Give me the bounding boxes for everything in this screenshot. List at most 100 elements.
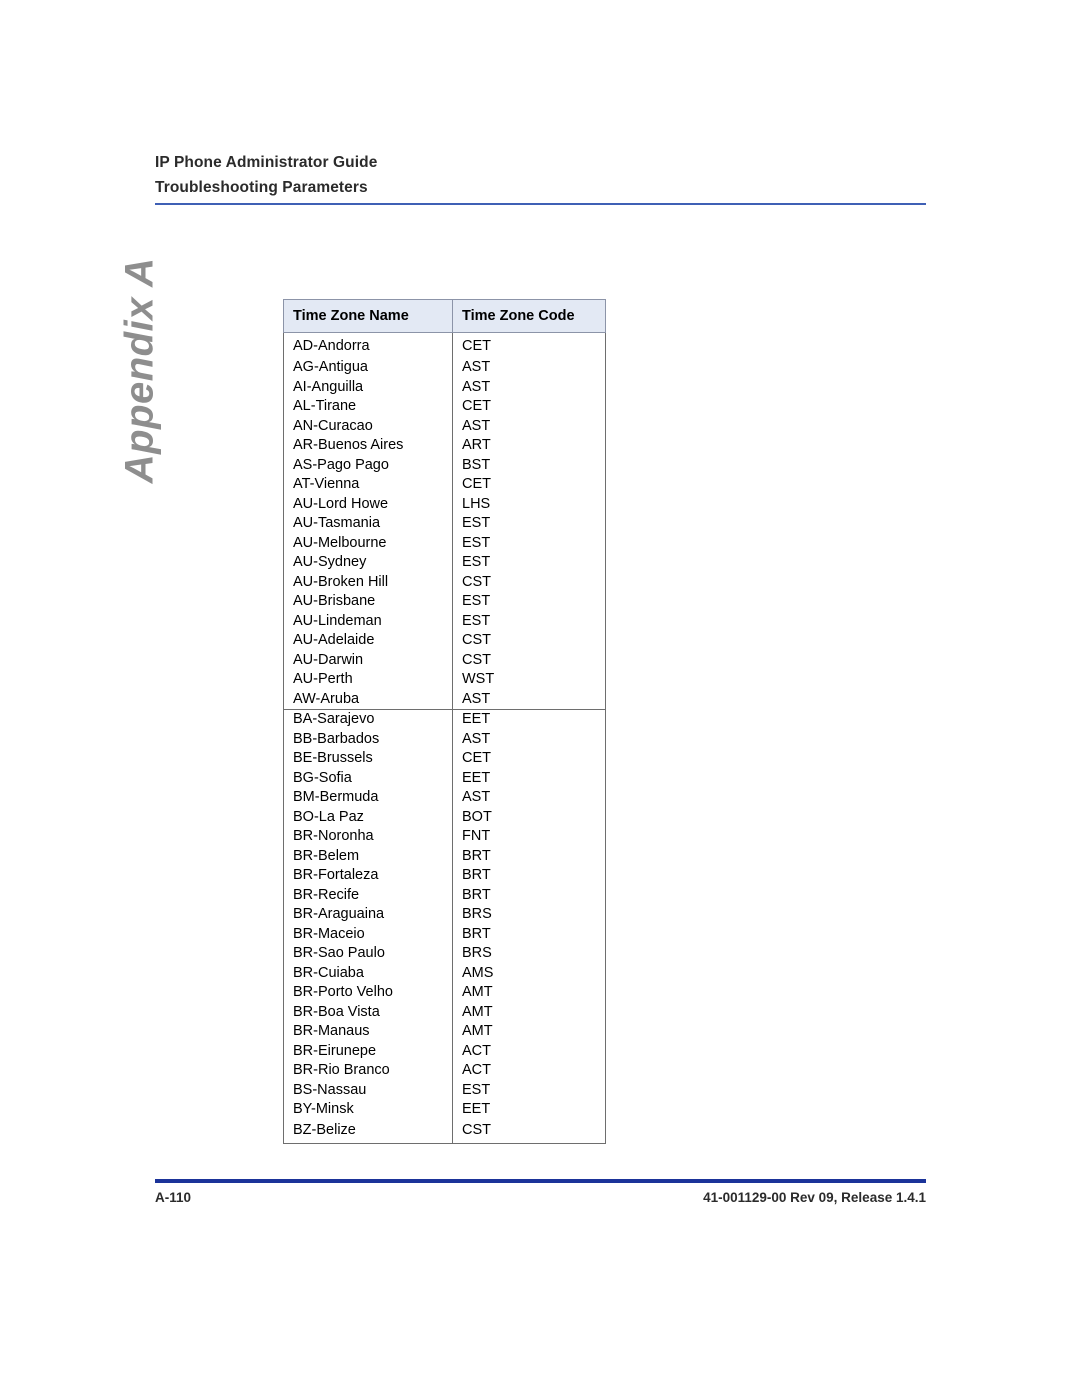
cell-time-zone-name: AU-Lord Howe — [283, 494, 453, 514]
table-row: BR-Sao Paulo BRS — [283, 944, 606, 964]
cell-time-zone-name: BR-Eirunepe — [283, 1041, 453, 1061]
cell-time-zone-name: BR-Maceio — [283, 924, 453, 944]
cell-time-zone-code: CET — [452, 332, 606, 358]
column-header-time-zone-name: Time Zone Name — [283, 299, 453, 333]
table-row: AL-Tirane CET — [283, 397, 606, 417]
cell-time-zone-name: AL-Tirane — [283, 397, 453, 417]
cell-time-zone-name: AS-Pago Pago — [283, 455, 453, 475]
cell-time-zone-code: CET — [452, 475, 606, 495]
cell-time-zone-name: BM-Bermuda — [283, 788, 453, 808]
table-row: AU-Darwin CST — [283, 650, 606, 670]
table-row: AI-Anguilla AST — [283, 377, 606, 397]
cell-time-zone-code: AMT — [452, 983, 606, 1003]
table-row: AU-Perth WST — [283, 670, 606, 690]
time-zone-table: Time Zone Name Time Zone Code AD-Andorra… — [283, 299, 606, 1144]
cell-time-zone-code: AMT — [452, 1022, 606, 1042]
cell-time-zone-code: BRT — [452, 846, 606, 866]
appendix-tab-label: Appendix A — [117, 257, 162, 484]
running-header: IP Phone Administrator Guide Troubleshoo… — [155, 150, 925, 200]
cell-time-zone-name: AR-Buenos Aires — [283, 436, 453, 456]
cell-time-zone-code: AST — [452, 788, 606, 808]
page-number: A-110 — [155, 1190, 192, 1205]
cell-time-zone-code: ACT — [452, 1041, 606, 1061]
cell-time-zone-name: BR-Rio Branco — [283, 1061, 453, 1081]
table-row: BO-La Paz BOT — [283, 807, 606, 827]
cell-time-zone-name: AU-Brisbane — [283, 592, 453, 612]
cell-time-zone-name: AU-Tasmania — [283, 514, 453, 534]
cell-time-zone-code: CST — [452, 631, 606, 651]
table-row: AU-Sydney EST — [283, 553, 606, 573]
header-divider-rule — [155, 203, 926, 205]
table-row: BM-Bermuda AST — [283, 788, 606, 808]
cell-time-zone-name: BZ-Belize — [283, 1119, 453, 1144]
cell-time-zone-code: EST — [452, 514, 606, 534]
running-footer: A-110 41-001129-00 Rev 09, Release 1.4.1 — [155, 1190, 926, 1212]
cell-time-zone-name: AU-Perth — [283, 670, 453, 690]
table-row: BR-Eirunepe ACT — [283, 1041, 606, 1061]
cell-time-zone-name: AU-Darwin — [283, 650, 453, 670]
cell-time-zone-code: EET — [452, 1100, 606, 1120]
cell-time-zone-code: EST — [452, 553, 606, 573]
document-page: IP Phone Administrator Guide Troubleshoo… — [0, 0, 1080, 1397]
guide-title: IP Phone Administrator Guide — [155, 154, 378, 171]
cell-time-zone-name: BR-Porto Velho — [283, 983, 453, 1003]
table-header-row: Time Zone Name Time Zone Code — [283, 299, 606, 333]
cell-time-zone-code: BRS — [452, 944, 606, 964]
cell-time-zone-name: AU-Adelaide — [283, 631, 453, 651]
cell-time-zone-name: AT-Vienna — [283, 475, 453, 495]
cell-time-zone-name: AU-Lindeman — [283, 611, 453, 631]
cell-time-zone-name: BR-Cuiaba — [283, 963, 453, 983]
cell-time-zone-code: CST — [452, 650, 606, 670]
cell-time-zone-name: BY-Minsk — [283, 1100, 453, 1120]
table-row: BG-Sofia EET — [283, 768, 606, 788]
table-row: AR-Buenos Aires ART — [283, 436, 606, 456]
cell-time-zone-code: FNT — [452, 827, 606, 847]
cell-time-zone-code: AST — [452, 729, 606, 749]
cell-time-zone-code: EET — [452, 709, 606, 730]
table-row: BR-Rio Branco ACT — [283, 1061, 606, 1081]
table-row: AU-Melbourne EST — [283, 533, 606, 553]
cell-time-zone-code: CST — [452, 572, 606, 592]
cell-time-zone-name: AG-Antigua — [283, 358, 453, 378]
footer-divider-rule — [155, 1179, 926, 1183]
cell-time-zone-code: AST — [452, 377, 606, 397]
table-row: BR-Noronha FNT — [283, 827, 606, 847]
table-row: BB-Barbados AST — [283, 729, 606, 749]
time-zone-table-container: Time Zone Name Time Zone Code AD-Andorra… — [283, 299, 606, 1144]
cell-time-zone-name: AI-Anguilla — [283, 377, 453, 397]
cell-time-zone-code: LHS — [452, 494, 606, 514]
cell-time-zone-code: AMS — [452, 963, 606, 983]
cell-time-zone-code: ART — [452, 436, 606, 456]
cell-time-zone-name: BS-Nassau — [283, 1080, 453, 1100]
table-row: AD-Andorra CET — [283, 332, 606, 358]
table-row: BR-Maceio BRT — [283, 924, 606, 944]
cell-time-zone-name: AU-Melbourne — [283, 533, 453, 553]
cell-time-zone-name: BR-Araguaina — [283, 905, 453, 925]
column-header-time-zone-code: Time Zone Code — [452, 299, 606, 333]
table-header: Time Zone Name Time Zone Code — [283, 299, 606, 333]
table-row: AN-Curacao AST — [283, 416, 606, 436]
table-row: BS-Nassau EST — [283, 1080, 606, 1100]
cell-time-zone-code: BRT — [452, 866, 606, 886]
table-row: AU-Tasmania EST — [283, 514, 606, 534]
cell-time-zone-code: EST — [452, 533, 606, 553]
table-row: BY-Minsk EET — [283, 1100, 606, 1120]
cell-time-zone-code: BRT — [452, 924, 606, 944]
cell-time-zone-code: EST — [452, 1080, 606, 1100]
cell-time-zone-code: BRS — [452, 905, 606, 925]
table-row: AU-Brisbane EST — [283, 592, 606, 612]
table-row: AU-Broken Hill CST — [283, 572, 606, 592]
cell-time-zone-name: BR-Sao Paulo — [283, 944, 453, 964]
section-title: Troubleshooting Parameters — [155, 179, 368, 196]
cell-time-zone-code: BOT — [452, 807, 606, 827]
cell-time-zone-name: BR-Boa Vista — [283, 1002, 453, 1022]
cell-time-zone-name: AD-Andorra — [283, 332, 453, 358]
cell-time-zone-name: AU-Sydney — [283, 553, 453, 573]
cell-time-zone-code: EST — [452, 611, 606, 631]
table-row: BR-Porto Velho AMT — [283, 983, 606, 1003]
cell-time-zone-code: WST — [452, 670, 606, 690]
cell-time-zone-name: BG-Sofia — [283, 768, 453, 788]
cell-time-zone-code: CET — [452, 397, 606, 417]
cell-time-zone-name: AW-Aruba — [283, 689, 453, 710]
cell-time-zone-code: AMT — [452, 1002, 606, 1022]
